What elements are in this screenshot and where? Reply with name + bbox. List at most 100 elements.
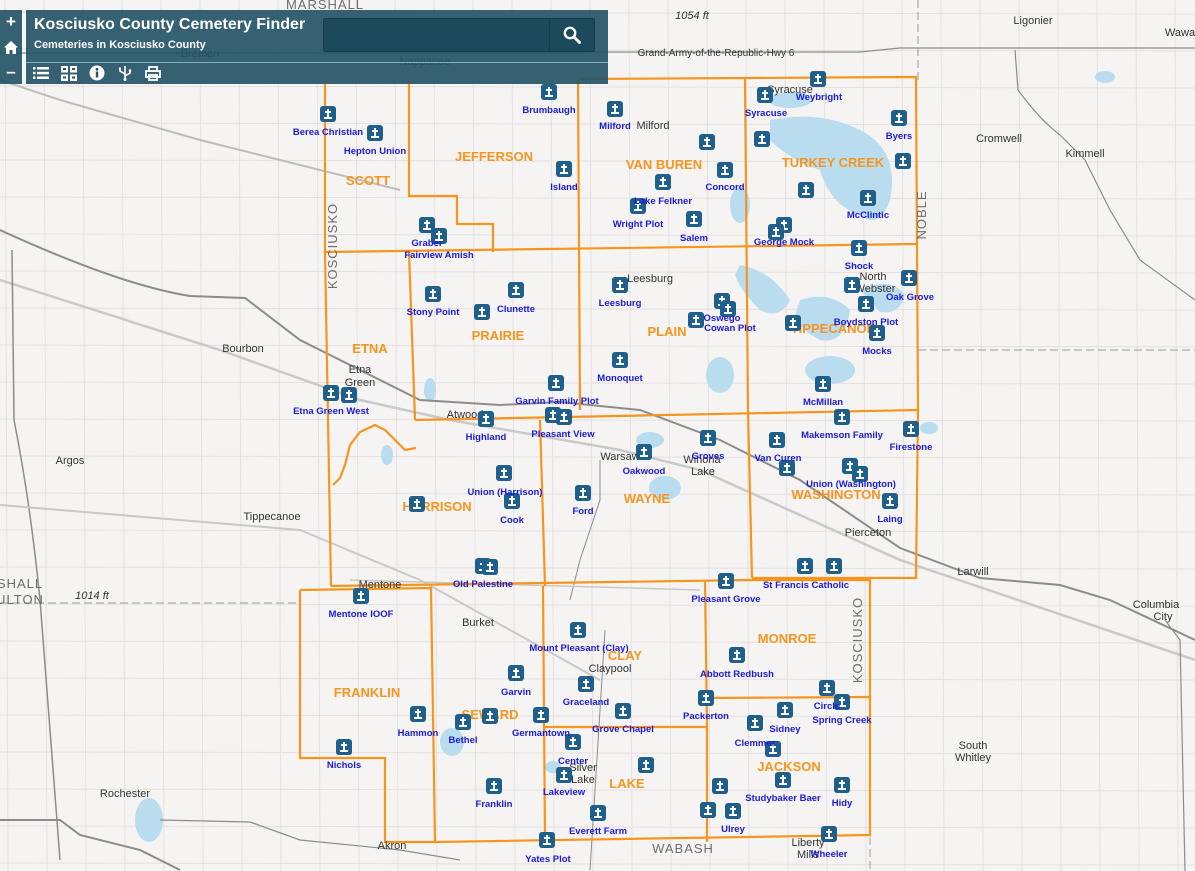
cemetery-marker[interactable] [323, 385, 339, 401]
cemetery-label[interactable]: Monoquet [597, 373, 643, 384]
cemetery-marker[interactable] [844, 277, 860, 293]
cemetery-label[interactable]: Mentone IOOF [329, 609, 394, 620]
cemetery-label[interactable]: Franklin [476, 799, 513, 810]
cemetery-label[interactable]: Union (Harrison) [468, 487, 543, 498]
cemetery-marker[interactable] [496, 465, 512, 481]
cemetery-marker[interactable] [901, 270, 917, 286]
cemetery-label[interactable]: Wheeler [811, 849, 848, 860]
cemetery-label[interactable]: Weybright [796, 92, 843, 103]
cemetery-marker[interactable] [486, 778, 502, 794]
cemetery-marker[interactable] [541, 84, 557, 100]
cemetery-label[interactable]: Garvin Family Plot [515, 396, 599, 407]
cemetery-label[interactable]: Mount Pleasant (Clay) [529, 643, 628, 654]
cemetery-label[interactable]: Hepton Union [344, 146, 406, 157]
cemetery-label[interactable]: Ulrey [721, 824, 745, 835]
cemetery-marker[interactable] [482, 559, 498, 575]
cemetery-label[interactable]: Hidy [832, 798, 853, 809]
cemetery-marker[interactable] [882, 493, 898, 509]
cemetery-label[interactable]: Hammon [398, 728, 439, 739]
home-button[interactable] [0, 35, 22, 59]
cemetery-marker[interactable] [615, 703, 631, 719]
cemetery-label[interactable]: Fairview Amish [404, 250, 474, 261]
map-canvas[interactable]: MARSHALLKOSCIUSKO NOBLEKOSCIUSKOWABASHSHA… [0, 0, 1195, 871]
cemetery-label[interactable]: Brumbaugh [522, 105, 576, 116]
search-input[interactable] [324, 19, 556, 51]
zoom-in-button[interactable]: + [0, 10, 22, 34]
cemetery-marker[interactable] [607, 101, 623, 117]
cemetery-label[interactable]: Syracuse [745, 108, 787, 119]
cemetery-marker[interactable] [757, 87, 773, 103]
cemetery-label[interactable]: Everett Farm [569, 826, 627, 837]
print-button[interactable] [144, 64, 162, 82]
cemetery-marker[interactable] [686, 211, 702, 227]
cemetery-label[interactable]: Concord [705, 182, 744, 193]
cemetery-label[interactable]: Yates Plot [525, 854, 571, 865]
cemetery-marker[interactable] [851, 240, 867, 256]
cemetery-marker[interactable] [729, 647, 745, 663]
cemetery-label[interactable]: Oakwood [623, 466, 666, 477]
cemetery-marker[interactable] [688, 312, 704, 328]
cemetery-label[interactable]: Graber [411, 238, 442, 249]
cemetery-marker[interactable] [590, 805, 606, 821]
cemetery-marker[interactable] [903, 421, 919, 437]
cemetery-label[interactable]: Firestone [890, 442, 933, 453]
cemetery-marker[interactable] [539, 832, 555, 848]
cemetery-label[interactable]: Germantown [512, 728, 570, 739]
cemetery-label[interactable]: Mocks [862, 346, 892, 357]
cemetery-label[interactable]: Milford [599, 121, 631, 132]
cemetery-marker[interactable] [860, 190, 876, 206]
cemetery-label[interactable]: Cook [500, 515, 524, 526]
cemetery-label[interactable]: Makemson Family [801, 430, 884, 441]
cemetery-label[interactable]: Etna Green West [293, 406, 370, 417]
cemetery-marker[interactable] [341, 387, 357, 403]
cemetery-label[interactable]: Wright Plot [613, 219, 664, 230]
cemetery-marker[interactable] [455, 714, 471, 730]
cemetery-marker[interactable] [810, 71, 826, 87]
cemetery-label[interactable]: Old Palestine [453, 579, 513, 590]
cemetery-label[interactable]: Laing [877, 514, 903, 525]
cemetery-marker[interactable] [570, 622, 586, 638]
cemetery-label[interactable]: Oak Grove [886, 292, 934, 303]
cemetery-marker[interactable] [834, 777, 850, 793]
cemetery-marker[interactable] [556, 161, 572, 177]
cemetery-label[interactable]: Abbott Redbush [700, 669, 774, 680]
cemetery-marker[interactable] [700, 430, 716, 446]
cemetery-marker[interactable] [891, 110, 907, 126]
cemetery-marker[interactable] [834, 409, 850, 425]
cemetery-marker[interactable] [425, 286, 441, 302]
cemetery-label[interactable]: Studybaker Baer [745, 793, 821, 804]
cemetery-label[interactable]: Spring Creek [812, 715, 872, 726]
cemetery-marker[interactable] [700, 802, 716, 818]
cemetery-label[interactable]: George Mock [754, 237, 815, 248]
cemetery-marker[interactable] [336, 739, 352, 755]
cemetery-label[interactable]: Clemmer [735, 738, 776, 749]
cemetery-marker[interactable] [508, 282, 524, 298]
cemetery-marker[interactable] [754, 131, 770, 147]
cemetery-label[interactable]: Union (Washington) [806, 479, 896, 490]
cemetery-marker[interactable] [410, 706, 426, 722]
basemap-gallery-button[interactable] [60, 64, 78, 82]
cemetery-label[interactable]: Center [558, 756, 588, 767]
cemetery-marker[interactable] [777, 702, 793, 718]
cemetery-label[interactable]: Graceland [563, 697, 610, 708]
cemetery-label[interactable]: Van Curen [755, 453, 802, 464]
cemetery-marker[interactable] [478, 411, 494, 427]
zoom-out-button[interactable]: – [0, 60, 22, 84]
cemetery-label[interactable]: Berea Christian [293, 127, 363, 138]
cemetery-label[interactable]: Highland [466, 432, 507, 443]
cemetery-label[interactable]: Byers [886, 131, 912, 142]
cemetery-label[interactable]: Bethel [448, 735, 477, 746]
cemetery-label[interactable]: Grove Chapel [592, 724, 654, 735]
cemetery-marker[interactable] [636, 444, 652, 460]
cemetery-marker[interactable] [712, 778, 728, 794]
cemetery-label[interactable]: McClintic [847, 210, 889, 221]
cemetery-label[interactable]: Ford [572, 506, 593, 517]
cemetery-marker[interactable] [575, 485, 591, 501]
cemetery-label[interactable]: Clunette [497, 304, 535, 315]
cemetery-label[interactable]: Groves [692, 451, 725, 462]
cemetery-label[interactable]: Leesburg [599, 298, 642, 309]
cemetery-marker[interactable] [655, 174, 671, 190]
cemetery-marker[interactable] [725, 803, 741, 819]
cemetery-marker[interactable] [775, 772, 791, 788]
cemetery-marker[interactable] [798, 182, 814, 198]
